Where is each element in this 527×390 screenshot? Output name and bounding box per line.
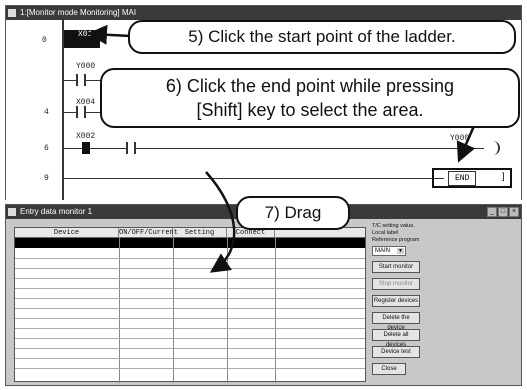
instruction-arrows bbox=[87, 24, 476, 273]
callout-step-6: 6) Click the end point while pressing [S… bbox=[100, 68, 520, 128]
step5-arrow bbox=[87, 24, 131, 45]
step6-arrow bbox=[456, 125, 476, 163]
callout-step-5: 5) Click the start point of the ladder. bbox=[128, 20, 516, 54]
callout-step-7: 7) Drag bbox=[236, 196, 350, 230]
screen: 1:[Monitor mode Monitoring] MAI 0 X010 Y… bbox=[0, 0, 527, 390]
step7-drag-arrow bbox=[205, 171, 236, 273]
